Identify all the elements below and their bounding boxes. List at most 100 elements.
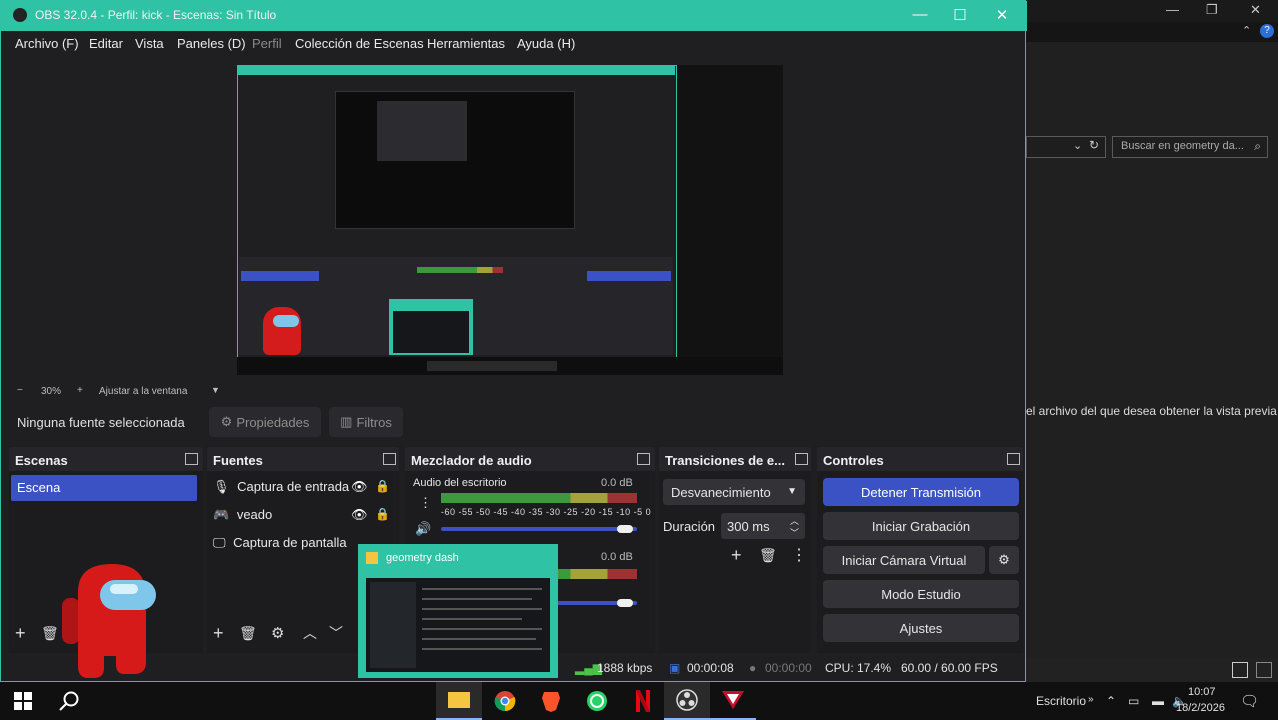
menu-herramientas[interactable]: Herramientas <box>427 36 505 51</box>
more-options-icon[interactable]: ⋮ <box>419 495 432 511</box>
start-recording-button[interactable]: Iniciar Grabación <box>823 512 1019 540</box>
filters-button[interactable]: ▥ Filtros <box>329 407 403 437</box>
zoom-in-button[interactable]: + <box>77 385 83 396</box>
menu-editar[interactable]: Editar <box>89 36 123 51</box>
volume-slider-knob[interactable] <box>617 599 633 607</box>
dock-float-icon[interactable] <box>383 453 396 465</box>
preview-message: el archivo del que desea obtener la vist… <box>1026 404 1278 418</box>
source-toolbar: Ninguna fuente seleccionada ⚙ Propiedade… <box>9 407 1021 439</box>
chevron-up-icon[interactable]: ⌃ <box>1242 24 1251 37</box>
close-icon[interactable]: ✕ <box>1250 2 1261 18</box>
whatsapp-taskbar-button[interactable] <box>574 682 620 720</box>
desktop-toolbar-label[interactable]: Escritorio <box>1036 694 1086 708</box>
window-title: OBS 32.0.4 - Perfil: kick - Escenas: Sin… <box>35 8 277 22</box>
record-time: 00:00:00 <box>765 661 812 675</box>
search-input[interactable]: Buscar en geometry da... ⌕ <box>1112 136 1268 158</box>
preview-capture-image <box>237 65 783 375</box>
dock-float-icon[interactable] <box>185 453 198 465</box>
dock-float-icon[interactable] <box>1007 453 1020 465</box>
trash-icon[interactable]: 🗑 <box>239 625 257 642</box>
netflix-taskbar-button[interactable] <box>620 682 666 720</box>
scene-item[interactable]: Escena <box>11 475 197 501</box>
studio-mode-button[interactable]: Modo Estudio <box>823 580 1019 608</box>
menu-coleccion-escenas[interactable]: Colección de Escenas <box>295 36 424 51</box>
properties-button[interactable]: ⚙ Propiedades <box>209 407 321 437</box>
zoom-dropdown-icon[interactable]: ▼ <box>211 385 220 395</box>
menu-archivo[interactable]: Archivo (F) <box>15 36 79 51</box>
brave-taskbar-button[interactable] <box>528 682 574 720</box>
meter-ticks: -60 -55 -50 -45 -40 -35 -30 -25 -20 -15 … <box>441 507 652 517</box>
background-titlebar: — ❐ ✕ <box>1026 0 1278 22</box>
source-item[interactable]: 🖵 Captura de pantalla <box>213 535 347 557</box>
details-view-icon[interactable] <box>1232 662 1248 678</box>
close-icon[interactable]: ✕ <box>987 6 1017 24</box>
volume-slider[interactable] <box>441 527 637 531</box>
maximize-icon[interactable]: ☐ <box>945 6 975 24</box>
game-taskbar-button[interactable] <box>710 682 756 720</box>
add-icon[interactable]: + <box>213 623 224 644</box>
chevron-up-icon[interactable]: ⌃ <box>1106 694 1116 708</box>
zoom-out-button[interactable]: − <box>17 385 23 396</box>
eye-icon[interactable]: 👁 <box>351 507 368 523</box>
menu-perfil[interactable]: Perfil <box>252 36 282 51</box>
search-button[interactable] <box>46 682 92 720</box>
controls-dock: Controles Detener Transmisión Iniciar Gr… <box>817 447 1023 653</box>
transition-select[interactable]: Desvanecimiento ▼ <box>663 479 805 505</box>
ribbon-bar: ⌃ ? <box>1026 22 1278 42</box>
obs-taskbar-button[interactable] <box>664 682 710 720</box>
dock-float-icon[interactable] <box>637 453 650 465</box>
chrome-taskbar-button[interactable] <box>482 682 528 720</box>
more-options-icon[interactable]: ⋮ <box>791 545 807 565</box>
duration-input[interactable]: 300 ms ︿ ﹀ <box>721 513 805 539</box>
chevron-up-icon[interactable]: ︿ <box>303 623 317 643</box>
chevron-down-icon[interactable]: ⌄ <box>1073 139 1082 152</box>
windows-start-button[interactable] <box>0 682 46 720</box>
gear-icon[interactable]: ⚙ <box>271 624 284 642</box>
whatsapp-icon <box>587 691 607 711</box>
source-label: veado <box>236 507 273 522</box>
menu-vista[interactable]: Vista <box>135 36 164 51</box>
help-icon[interactable]: ? <box>1260 24 1274 38</box>
refresh-icon[interactable]: ↻ <box>1089 138 1099 152</box>
add-icon[interactable]: + <box>15 623 26 644</box>
menu-paneles[interactable]: Paneles (D) <box>177 36 246 51</box>
zoom-bar: − 30% + Ajustar a la ventana ▼ <box>9 383 1021 401</box>
obs-icon <box>676 689 698 711</box>
lock-icon[interactable]: 🔒 <box>375 479 390 493</box>
search-icon: ⌕ <box>1254 139 1261 153</box>
toolbar-expand-icon[interactable]: » <box>1088 694 1094 705</box>
settings-button[interactable]: Ajustes <box>823 614 1019 642</box>
stop-streaming-button[interactable]: Detener Transmisión <box>823 478 1019 506</box>
lock-icon[interactable]: 🔒 <box>375 507 390 521</box>
trash-icon[interactable]: 🗑 <box>759 547 777 564</box>
add-icon[interactable]: + <box>731 545 742 566</box>
dock-float-icon[interactable] <box>795 453 808 465</box>
battery-icon[interactable]: ▬ <box>1152 694 1164 708</box>
network-icon[interactable]: ▭ <box>1128 694 1139 708</box>
eye-icon[interactable]: 👁 <box>351 479 368 495</box>
stream-indicator-icon: ▣ <box>669 661 681 675</box>
minimize-icon[interactable]: — <box>905 6 935 23</box>
clock-date[interactable]: 18/2/2026 <box>1176 702 1225 714</box>
address-bar[interactable]: ⌄ ↻ <box>1026 136 1106 158</box>
source-item[interactable]: 🎙 Captura de entrada <box>213 479 349 501</box>
fit-window-label[interactable]: Ajustar a la ventana <box>99 386 187 397</box>
minimize-icon[interactable]: — <box>1166 2 1179 17</box>
trash-icon[interactable]: 🗑 <box>41 625 59 642</box>
notification-icon[interactable]: 🗨 <box>1240 692 1259 710</box>
taskbar-thumbnail-preview[interactable]: geometry dash <box>358 544 558 678</box>
scenes-header: Escenas <box>15 453 68 468</box>
bitrate: 1888 kbps <box>597 661 653 675</box>
start-virtual-camera-button[interactable]: Iniciar Cámara Virtual <box>823 546 985 574</box>
chevron-down-icon[interactable]: ﹀ <box>329 623 343 643</box>
virtual-camera-settings-button[interactable]: ⚙ <box>989 546 1019 574</box>
clock-time[interactable]: 10:07 <box>1188 686 1216 698</box>
speaker-icon[interactable]: 🔊 <box>415 521 431 537</box>
source-item[interactable]: 🎮 veado <box>213 507 272 529</box>
file-explorer-taskbar-button[interactable] <box>436 682 482 720</box>
stepper-down-icon[interactable]: ﹀ <box>790 526 799 539</box>
volume-slider-knob[interactable] <box>617 525 633 533</box>
menu-ayuda[interactable]: Ayuda (H) <box>517 36 575 51</box>
restore-icon[interactable]: ❐ <box>1206 2 1218 18</box>
large-icons-view-icon[interactable] <box>1256 662 1272 678</box>
